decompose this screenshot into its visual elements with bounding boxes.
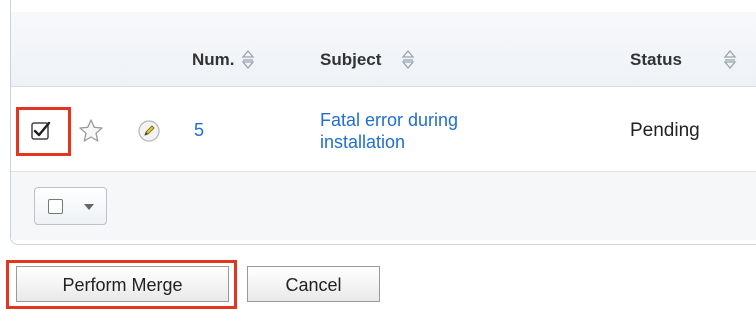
sort-icon[interactable] (241, 49, 255, 69)
subject-line-2: installation (320, 132, 406, 152)
chevron-down-icon (84, 204, 94, 210)
pencil-icon[interactable] (137, 119, 161, 143)
column-header-subject[interactable]: Subject (320, 50, 381, 70)
column-header-status[interactable]: Status (630, 50, 682, 70)
sort-icon[interactable] (723, 49, 737, 69)
column-header-num[interactable]: Num. (192, 50, 235, 70)
table-row: 5 Fatal error during installation Pendin… (11, 87, 756, 172)
subject-line-1: Fatal error during (320, 110, 459, 130)
star-icon[interactable] (78, 118, 104, 144)
table-header: Num. Subject Status (11, 12, 756, 87)
record-number-link[interactable]: 5 (194, 120, 204, 141)
selection-row (11, 172, 756, 240)
cancel-button[interactable]: Cancel (247, 266, 380, 302)
select-all-dropdown[interactable] (34, 187, 107, 225)
perform-merge-button[interactable]: Perform Merge (16, 266, 229, 302)
select-all-checkbox[interactable] (48, 199, 63, 214)
sort-icon[interactable] (401, 49, 415, 69)
row-checkbox[interactable] (31, 120, 53, 142)
status-value: Pending (630, 120, 700, 141)
subject-link[interactable]: Fatal error during installation (320, 109, 458, 153)
